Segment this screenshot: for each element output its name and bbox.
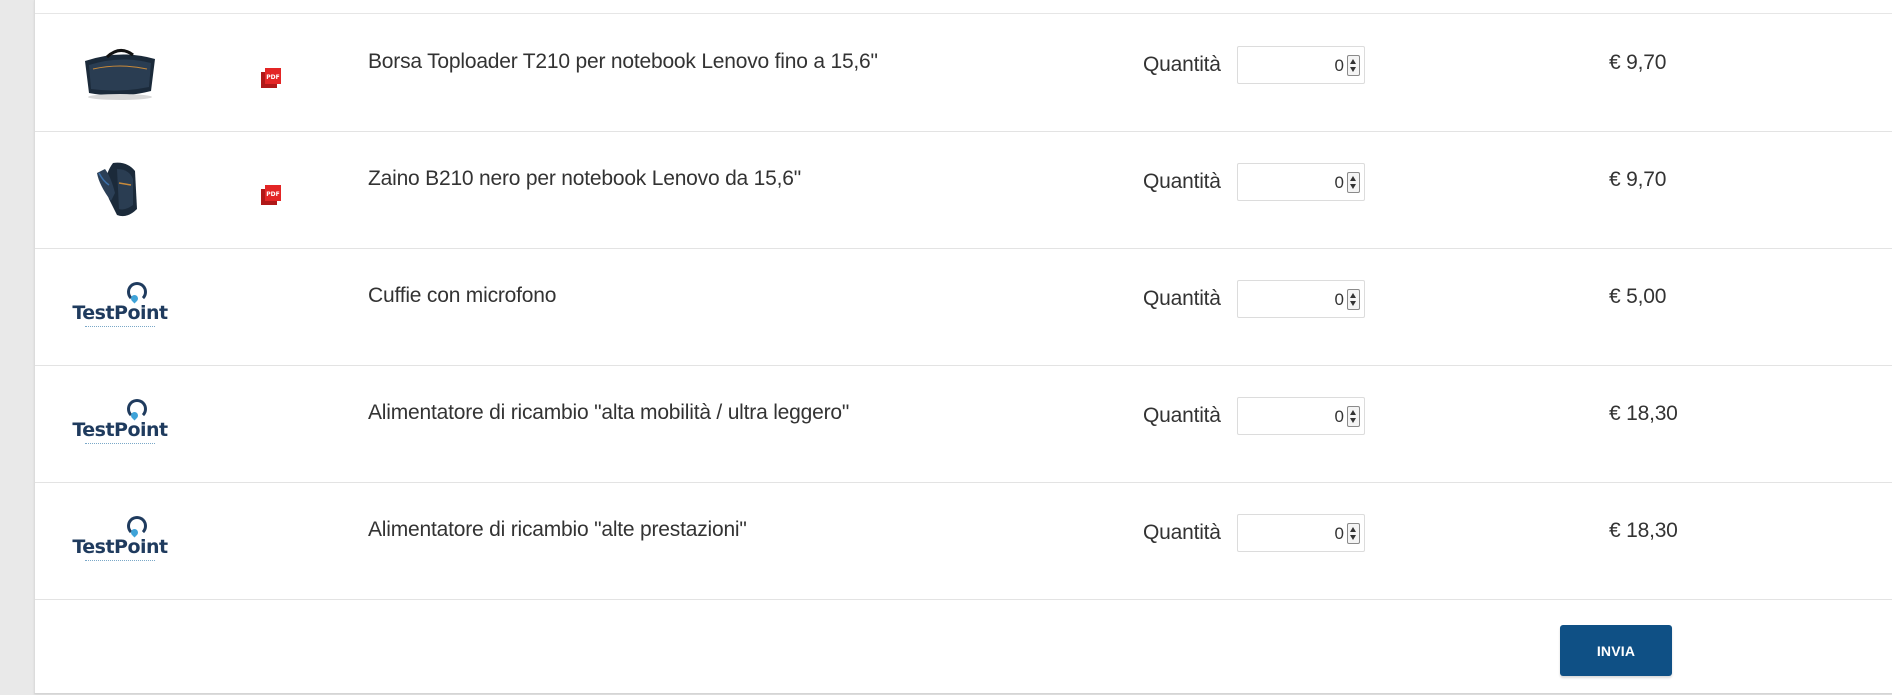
svg-text:PDF: PDF — [266, 74, 279, 81]
quantity-stepper[interactable]: 0 — [1237, 46, 1365, 84]
product-price: € 18,30 — [1609, 519, 1678, 542]
testpoint-logo: TestPoint — [65, 510, 175, 572]
quantity-label: Quantità — [1143, 521, 1221, 544]
spinner-arrows-icon[interactable] — [1347, 289, 1360, 310]
product-name: Alimentatore di ricambio "alta mobilità … — [368, 401, 850, 424]
product-row: TestPoint Alimentatore di ricambio "alta… — [35, 365, 1892, 483]
testpoint-logo: TestPoint — [65, 276, 175, 338]
quantity-value[interactable]: 0 — [1335, 524, 1344, 544]
product-row: PDF Borsa Toploader T210 per notebook Le… — [35, 14, 1892, 132]
pdf-file-icon[interactable]: PDF — [259, 183, 283, 207]
quantity-value[interactable]: 0 — [1335, 290, 1344, 310]
quantity-value[interactable]: 0 — [1335, 407, 1344, 427]
quantity-label: Quantità — [1143, 53, 1221, 76]
spinner-arrows-icon[interactable] — [1347, 406, 1360, 427]
quantity-label: Quantità — [1143, 404, 1221, 427]
product-price: € 9,70 — [1609, 51, 1667, 74]
spinner-arrows-icon[interactable] — [1347, 55, 1360, 76]
product-price: € 5,00 — [1609, 285, 1667, 308]
quantity-value[interactable]: 0 — [1335, 56, 1344, 76]
submit-button[interactable]: INVIA — [1560, 625, 1672, 676]
product-name: Zaino B210 nero per notebook Lenovo da 1… — [368, 167, 801, 190]
quantity-stepper[interactable]: 0 — [1237, 163, 1365, 201]
pdf-file-icon[interactable]: PDF — [259, 66, 283, 90]
product-row: TestPoint Cuffie con microfono Quantità … — [35, 248, 1892, 366]
quantity-stepper[interactable]: 0 — [1237, 397, 1365, 435]
product-price: € 18,30 — [1609, 402, 1678, 425]
svg-text:PDF: PDF — [266, 191, 279, 198]
quantity-label: Quantità — [1143, 170, 1221, 193]
product-list-panel: PDF Borsa Toploader T210 per notebook Le… — [34, 0, 1892, 694]
product-row: TestPoint Alimentatore di ricambio "alte… — [35, 482, 1892, 600]
quantity-label: Quantità — [1143, 287, 1221, 310]
product-name: Alimentatore di ricambio "alte prestazio… — [368, 518, 747, 541]
spinner-arrows-icon[interactable] — [1347, 523, 1360, 544]
product-row: PDF Zaino B210 nero per notebook Lenovo … — [35, 131, 1892, 249]
backpack-image — [65, 159, 175, 221]
product-price: € 9,70 — [1609, 168, 1667, 191]
spinner-arrows-icon[interactable] — [1347, 172, 1360, 193]
quantity-stepper[interactable]: 0 — [1237, 514, 1365, 552]
quantity-value[interactable]: 0 — [1335, 173, 1344, 193]
product-name: Cuffie con microfono — [368, 284, 557, 307]
page-gutter — [0, 0, 12, 695]
laptop-bag-image — [65, 42, 175, 104]
product-name: Borsa Toploader T210 per notebook Lenovo… — [368, 50, 878, 73]
quantity-stepper[interactable]: 0 — [1237, 280, 1365, 318]
testpoint-logo: TestPoint — [65, 393, 175, 455]
